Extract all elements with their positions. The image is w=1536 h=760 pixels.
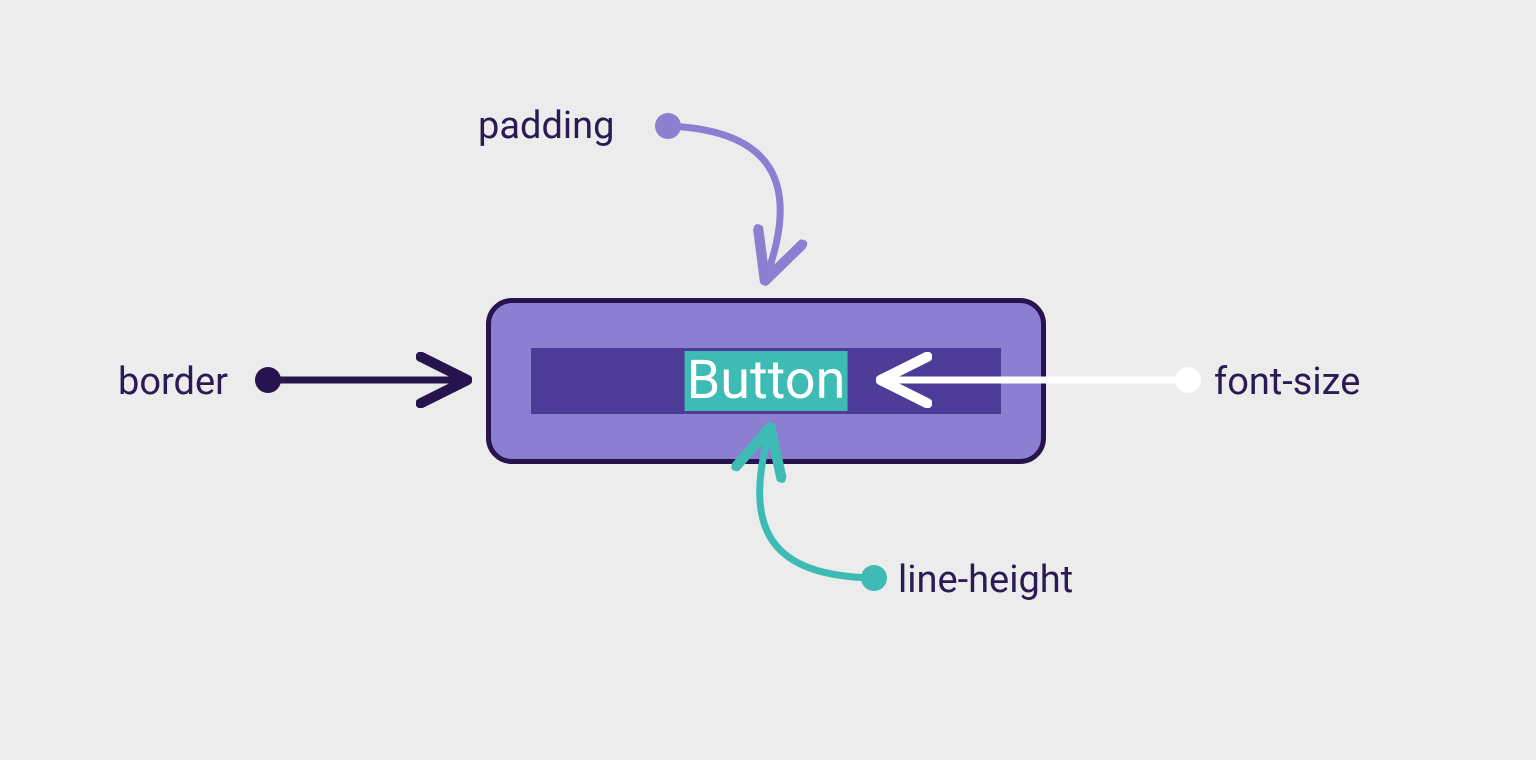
annotation-padding-label: padding [478, 104, 614, 148]
annotation-border-label: border [118, 360, 228, 404]
annotation-fontsize-label: font-size [1214, 360, 1360, 404]
button-label: Button [687, 354, 846, 408]
annotation-lineheight-label: line-height [898, 558, 1073, 602]
annotation-border-arrow [255, 367, 458, 393]
annotation-padding-arrow [655, 113, 780, 272]
diagram-canvas: Button Button padding border font-size l… [0, 0, 1536, 760]
button-padding-area: Button Button [486, 298, 1046, 464]
